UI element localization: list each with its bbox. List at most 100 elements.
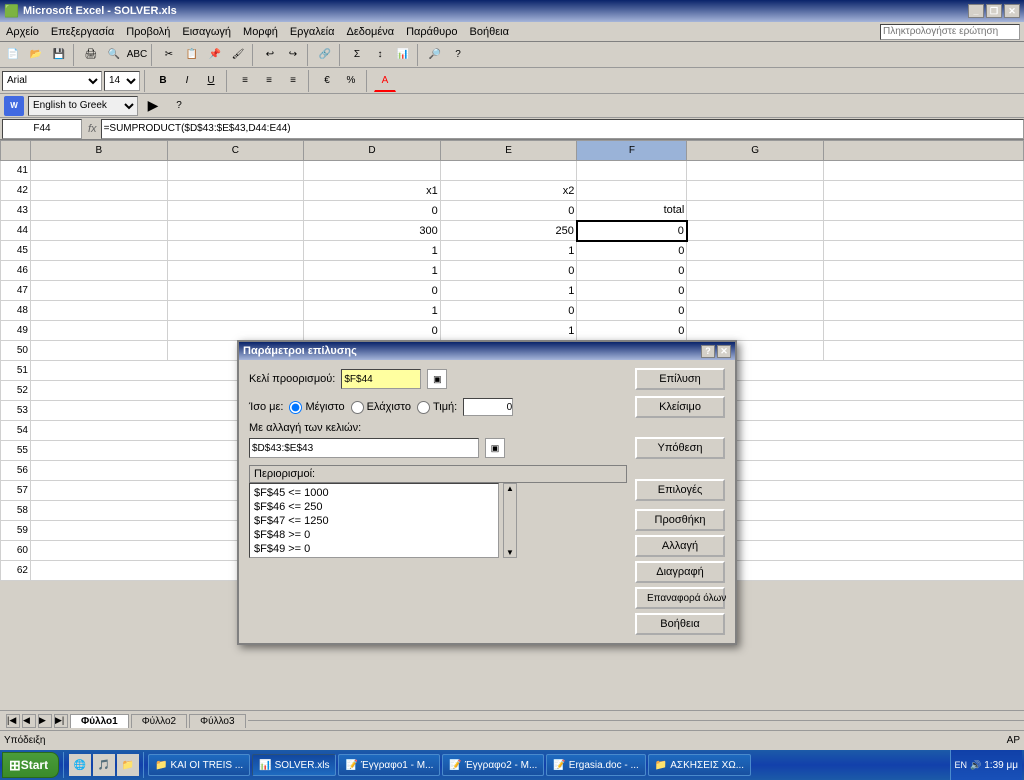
epiloges-button[interactable]: Επιλογές (635, 479, 725, 501)
megisto-radio[interactable] (289, 401, 302, 414)
taskbar-item-2[interactable]: 📝 Έγγραφο1 - M... (338, 754, 440, 776)
constraint-1[interactable]: $F$45 <= 1000 (252, 486, 496, 500)
align-left-button[interactable]: ≡ (234, 70, 256, 92)
translate-select[interactable]: English to Greek (28, 96, 138, 116)
taskbar-item-5[interactable]: 📁 ΑΣΚΗΣΕΙΣ ΧΩ... (648, 754, 751, 776)
underline-button[interactable]: U (200, 70, 222, 92)
excel-icon: 🟩 (4, 4, 19, 18)
cell-ref-input[interactable] (341, 369, 421, 389)
redo-button[interactable]: ↪ (282, 44, 304, 66)
align-right-button[interactable]: ≡ (282, 70, 304, 92)
menu-voitheia[interactable]: Βοήθεια (464, 22, 515, 41)
translate-go-button[interactable]: ▶ (142, 95, 164, 117)
bold-button[interactable]: B (152, 70, 174, 92)
tab-first-button[interactable]: |◀ (6, 714, 20, 728)
tab-last-button[interactable]: ▶| (54, 714, 68, 728)
constraint-4[interactable]: $F$48 >= 0 (252, 528, 496, 542)
copy-button[interactable]: 📋 (181, 44, 203, 66)
allaxi-input[interactable] (249, 438, 479, 458)
menu-parathiro[interactable]: Παράθυρο (400, 22, 463, 41)
constraints-list[interactable]: $F$45 <= 1000 $F$46 <= 250 $F$47 <= 1250… (249, 483, 499, 558)
scroll-up-btn[interactable]: ▲ (506, 484, 514, 493)
cell-ref-picker[interactable]: ▣ (427, 369, 447, 389)
align-center-button[interactable]: ≡ (258, 70, 280, 92)
taskbar-item-1[interactable]: 📊 SOLVER.xls (252, 754, 336, 776)
menu-arxeio[interactable]: Αρχείο (0, 22, 45, 41)
voitheia-button[interactable]: Βοήθεια (635, 613, 725, 635)
taskbar-item-3[interactable]: 📝 Έγγραφο2 - M... (442, 754, 544, 776)
scroll-down-btn[interactable]: ▼ (506, 548, 514, 557)
constraint-3[interactable]: $F$47 <= 1250 (252, 514, 496, 528)
cut-button[interactable]: ✂ (158, 44, 180, 66)
italic-button[interactable]: I (176, 70, 198, 92)
close-button[interactable]: ✕ (1004, 4, 1020, 18)
ypothesi-button[interactable]: Υπόθεση (635, 437, 725, 459)
menu-dedomena[interactable]: Δεδομένα (341, 22, 401, 41)
ie-icon[interactable]: 🌐 (69, 754, 91, 776)
save-button[interactable]: 💾 (48, 44, 70, 66)
preview-button[interactable]: 🔍 (103, 44, 125, 66)
chart-button[interactable]: 📊 (392, 44, 414, 66)
translate-help-button[interactable]: ? (168, 95, 190, 117)
epilysi-button[interactable]: Επίλυση (635, 368, 725, 390)
timi-radio[interactable] (417, 401, 430, 414)
spell-button[interactable]: ABC (126, 44, 148, 66)
cell-reference-input[interactable] (2, 119, 82, 139)
taskbar: ⊞ Start 🌐 🎵 📁 📁 KAI OI TREIS ... 📊 SOLVE… (0, 750, 1024, 780)
format-painter-button[interactable]: 🖌 (227, 44, 249, 66)
taskbar-items: 📁 KAI OI TREIS ... 📊 SOLVER.xls 📝 Έγγραφ… (148, 754, 947, 776)
taskbar-item-0[interactable]: 📁 KAI OI TREIS ... (148, 754, 250, 776)
word-icon-3: 📝 (553, 760, 565, 771)
taskbar-item-4[interactable]: 📝 Ergasia.doc - ... (546, 754, 645, 776)
allaxi-picker[interactable]: ▣ (485, 438, 505, 458)
tab-prev-button[interactable]: ◀ (22, 714, 36, 728)
start-button[interactable]: ⊞ Start (2, 752, 59, 778)
menu-epexergasia[interactable]: Επεξεργασία (45, 22, 120, 41)
iso-me-label: Ίσο με: (249, 401, 283, 413)
sort-asc-button[interactable]: ↕ (369, 44, 391, 66)
minimize-button[interactable]: _ (968, 4, 984, 18)
percent-button[interactable]: % (340, 70, 362, 92)
print-button[interactable]: 🖨 (80, 44, 102, 66)
fx-label: fx (84, 123, 101, 135)
sheet-tab-fyllo1[interactable]: Φύλλο1 (70, 714, 129, 728)
epanafora-button[interactable]: Επαναφορά όλων (635, 587, 725, 609)
prosthiki-button[interactable]: Προσθήκη (635, 509, 725, 531)
explorer-icon[interactable]: 📁 (117, 754, 139, 776)
formula-input[interactable] (101, 119, 1024, 139)
diagrafi-button[interactable]: Διαγραφή (635, 561, 725, 583)
menu-morfi[interactable]: Μορφή (237, 22, 284, 41)
timi-value-input[interactable] (463, 398, 513, 416)
autosum-button[interactable]: Σ (346, 44, 368, 66)
menu-eisagogi[interactable]: Εισαγωγή (176, 22, 237, 41)
kleisimo-button[interactable]: Κλείσιμο (635, 396, 725, 418)
tab-next-button[interactable]: ▶ (38, 714, 52, 728)
megisto-radio-label: Μέγιστο (289, 401, 344, 414)
menu-ergaleia[interactable]: Εργαλεία (284, 22, 341, 41)
font-size-select[interactable]: 14 (104, 71, 140, 91)
help-button[interactable]: ? (447, 44, 469, 66)
zoom-button[interactable]: 🔎 (424, 44, 446, 66)
menu-provoli[interactable]: Προβολή (120, 22, 176, 41)
constraint-2[interactable]: $F$46 <= 250 (252, 500, 496, 514)
allagi-button[interactable]: Αλλαγή (635, 535, 725, 557)
dialog-help-button[interactable]: ? (701, 345, 715, 358)
sheet-tab-fyllo2[interactable]: Φύλλο2 (131, 714, 187, 728)
dialog-close-button[interactable]: ✕ (717, 345, 731, 358)
modal-overlay: Παράμετροι επίλυσης ? ✕ Κελί προορισμού:… (0, 140, 1024, 710)
currency-button[interactable]: € (316, 70, 338, 92)
hyperlink-button[interactable]: 🔗 (314, 44, 336, 66)
font-color-button[interactable]: A (374, 70, 396, 92)
elaxisto-radio[interactable] (351, 401, 364, 414)
spreadsheet-area: B C D E F G 41 (0, 140, 1024, 710)
media-icon[interactable]: 🎵 (93, 754, 115, 776)
new-button[interactable]: 📄 (2, 44, 24, 66)
sheet-tab-fyllo3[interactable]: Φύλλο3 (189, 714, 245, 728)
constraint-5[interactable]: $F$49 >= 0 (252, 542, 496, 556)
font-name-select[interactable]: Arial (2, 71, 102, 91)
open-button[interactable]: 📂 (25, 44, 47, 66)
search-input[interactable] (880, 24, 1020, 40)
paste-button[interactable]: 📌 (204, 44, 226, 66)
undo-button[interactable]: ↩ (259, 44, 281, 66)
restore-button[interactable]: ❐ (986, 4, 1002, 18)
